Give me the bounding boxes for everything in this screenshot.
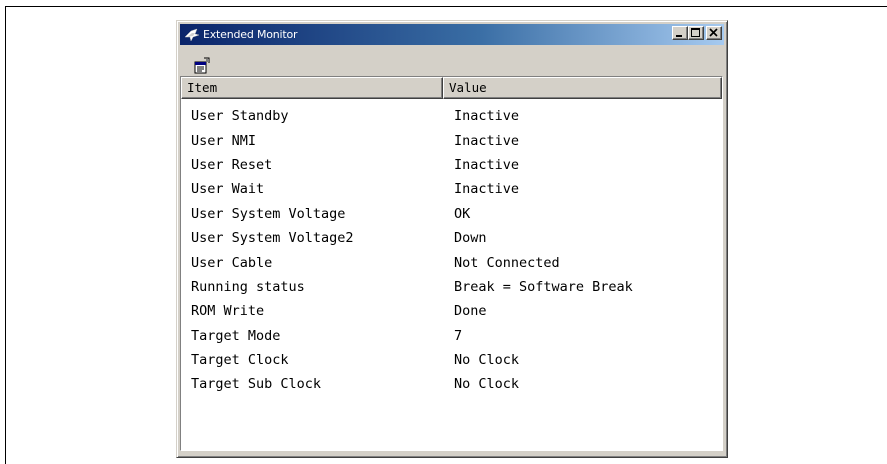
app-icon: [184, 28, 200, 42]
row-value: No Clock: [454, 376, 520, 393]
row-item-label: User Cable: [191, 254, 273, 271]
list-row[interactable]: Target Clock No Clock: [181, 348, 722, 372]
row-value: Inactive: [454, 108, 520, 125]
row-value: Inactive: [454, 181, 520, 198]
row-item-label: Running status: [191, 278, 305, 295]
column-header-value[interactable]: Value: [443, 77, 722, 99]
extended-monitor-window: Extended Monitor Item Value User Standby…: [176, 20, 728, 458]
row-item-label: Target Mode: [191, 327, 281, 344]
list-row[interactable]: Running status Break = Software Break: [181, 275, 722, 299]
list-row[interactable]: User Standby Inactive: [181, 104, 722, 128]
row-item-label: User Standby: [191, 108, 289, 125]
window-title: Extended Monitor: [203, 28, 298, 41]
list-row[interactable]: Target Mode 7: [181, 324, 722, 348]
list-row[interactable]: Target Sub Clock No Clock: [181, 372, 722, 396]
row-value: 7: [454, 327, 463, 344]
list-row[interactable]: User System Voltage2 Down: [181, 226, 722, 250]
row-value: Down: [454, 230, 487, 247]
list-rows: User Standby Inactive User NMI Inactive User…: [181, 99, 722, 397]
close-button[interactable]: [706, 26, 722, 40]
row-value: Inactive: [454, 132, 520, 149]
row-value: OK: [454, 205, 471, 222]
column-header-item[interactable]: Item: [181, 77, 443, 99]
row-item-label: User System Voltage: [191, 205, 346, 222]
row-item-label: Target Clock: [191, 352, 289, 369]
list-row[interactable]: User System Voltage OK: [181, 202, 722, 226]
list-row[interactable]: User Wait Inactive: [181, 177, 722, 201]
minimize-icon: [676, 35, 682, 37]
row-value: Break = Software Break: [454, 278, 633, 295]
row-value: Done: [454, 303, 487, 320]
row-item-label: Target Sub Clock: [191, 376, 322, 393]
properties-icon[interactable]: [193, 57, 211, 75]
row-value: No Clock: [454, 352, 520, 369]
list-row[interactable]: User Reset Inactive: [181, 153, 722, 177]
list-header: Item Value: [181, 77, 722, 99]
row-item-label: User Wait: [191, 181, 265, 198]
minimize-button[interactable]: [672, 26, 688, 40]
close-icon: [709, 28, 718, 37]
row-item-label: ROM Write: [191, 303, 265, 320]
row-value: Not Connected: [454, 254, 560, 271]
list-row[interactable]: User Cable Not Connected: [181, 250, 722, 274]
title-bar[interactable]: Extended Monitor: [180, 24, 724, 45]
row-item-label: User NMI: [191, 132, 257, 149]
monitor-list[interactable]: Item Value User Standby Inactive User NMI I…: [180, 76, 723, 451]
title-bar-buttons: [672, 26, 722, 40]
toolbar: [180, 47, 724, 77]
list-row[interactable]: User NMI Inactive: [181, 128, 722, 152]
list-row[interactable]: ROM Write Done: [181, 299, 722, 323]
maximize-icon: [691, 28, 700, 37]
row-item-label: User System Voltage2: [191, 230, 354, 247]
row-value: Inactive: [454, 156, 520, 173]
row-item-label: User Reset: [191, 156, 273, 173]
maximize-button[interactable]: [688, 26, 704, 40]
